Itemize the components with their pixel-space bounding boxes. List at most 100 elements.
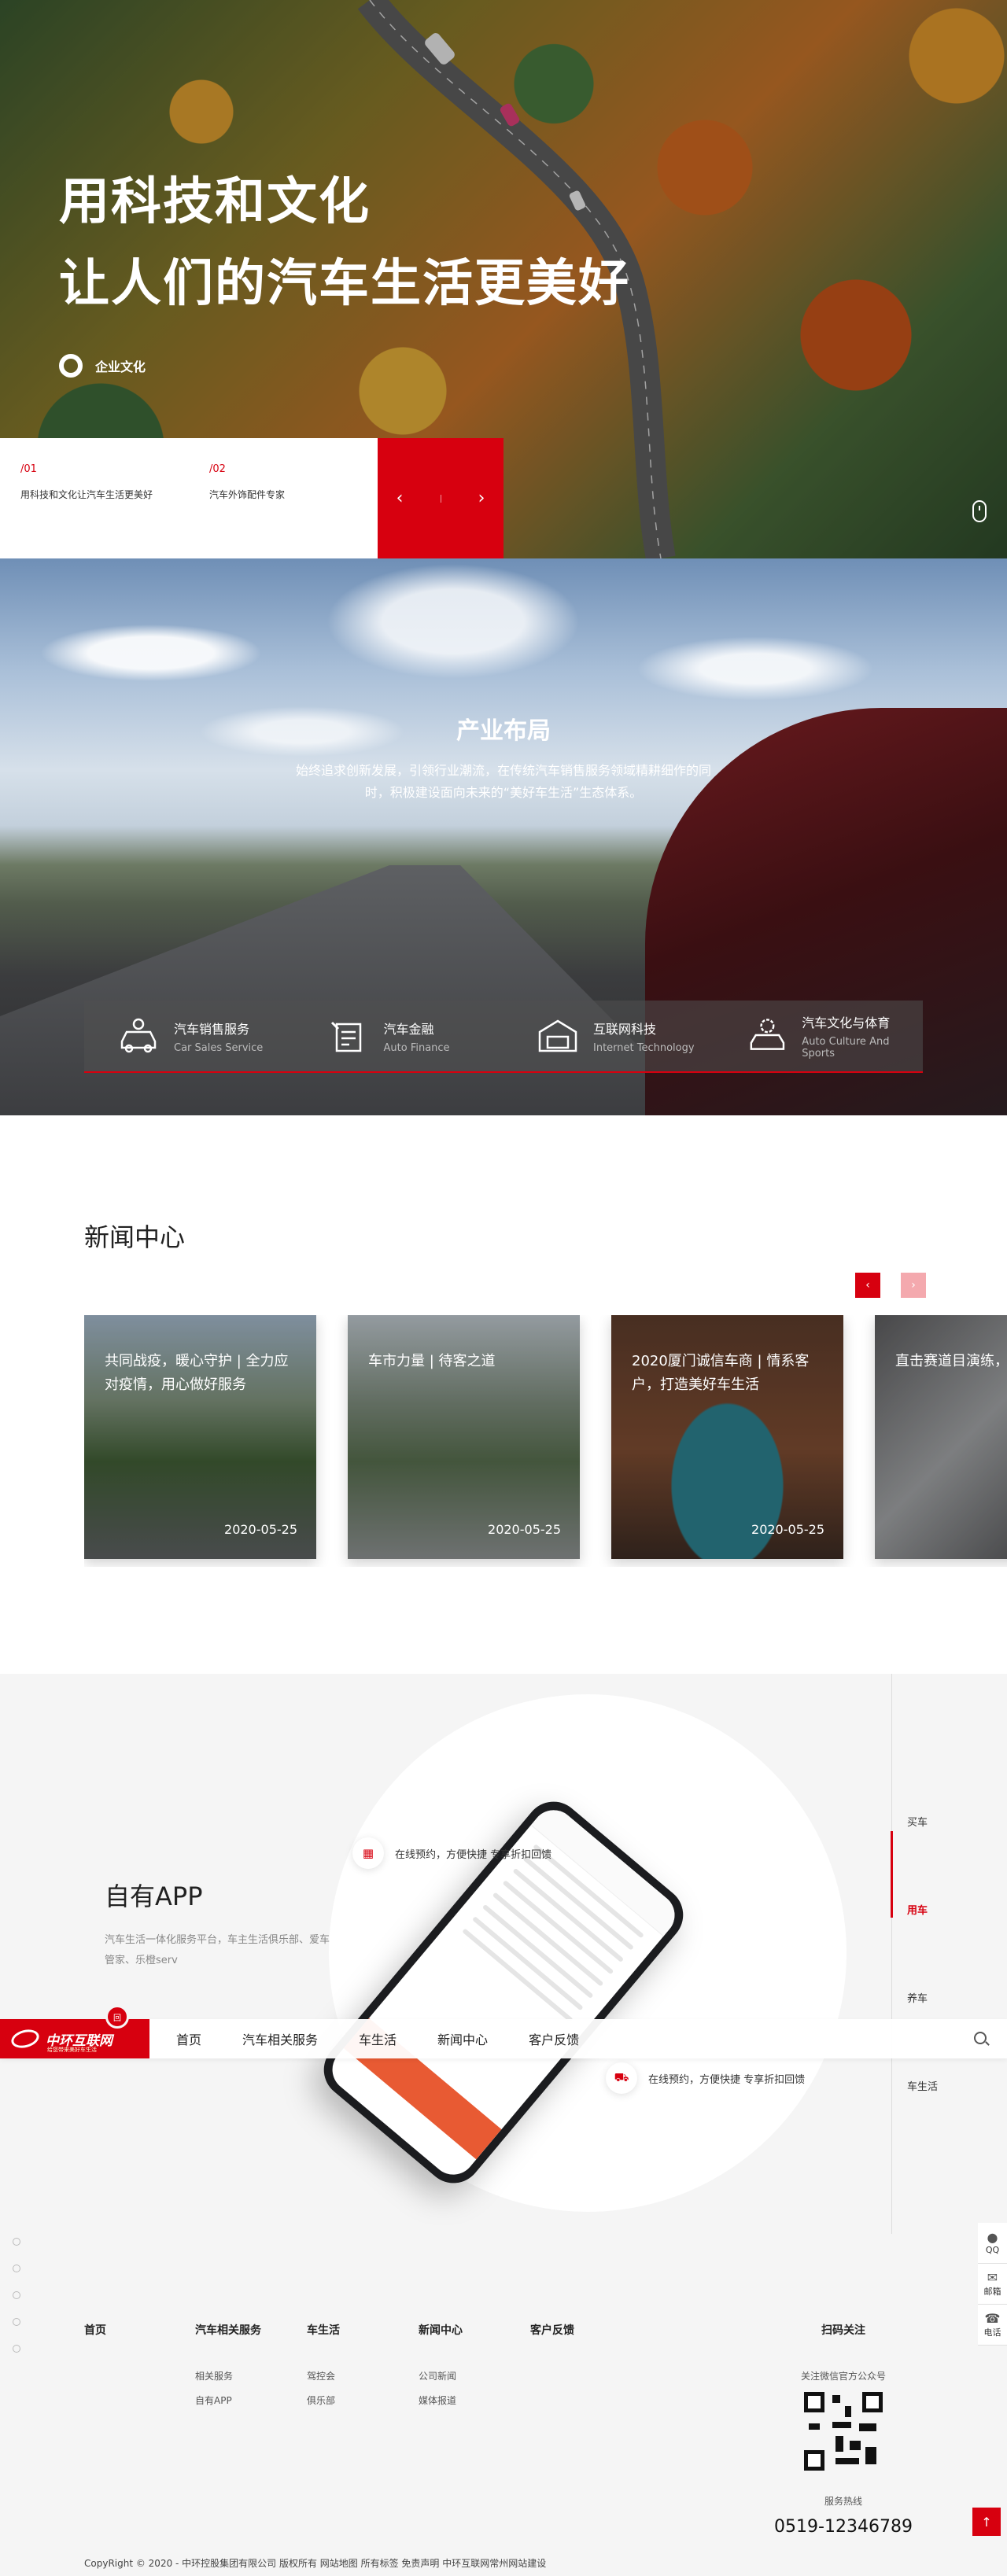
news-carousel: 共同战疫，暖心守护 | 全力应对疫情，用心做好服务 2020-05-25 车市力… (84, 1315, 1007, 1567)
side-tool-label: 邮箱 (983, 2286, 1001, 2297)
hero-slide-list: /01 用科技和文化让汽车生活更美好 /02 汽车外饰配件专家 (0, 438, 378, 558)
chevron-right-icon[interactable]: › (901, 1273, 926, 1298)
logo-slogan: 给您带来美好车生活 (47, 2047, 97, 2053)
footer-col-heading[interactable]: 客户反馈 (530, 2322, 574, 2338)
footer-col-heading[interactable]: 新闻中心 (419, 2322, 463, 2338)
finance-icon (330, 1021, 361, 1052)
corporate-culture-link[interactable]: 企业文化 (59, 354, 146, 378)
section-dot[interactable] (13, 2345, 20, 2353)
footer-col-heading[interactable]: 车生活 (307, 2322, 340, 2338)
hero-slider-controls: ‹ › (378, 438, 504, 558)
news-date: 2020-05-25 (488, 1522, 561, 1537)
section-dot[interactable] (13, 2291, 20, 2299)
news-card[interactable]: 2020厦门诚信车商 | 情系客户，打造美好车生活 2020-05-25 (611, 1315, 843, 1559)
app-title: 自有APP (105, 1881, 203, 1911)
chevron-right-icon[interactable]: › (478, 488, 485, 508)
footer-col-heading[interactable]: 汽车相关服务 (195, 2322, 261, 2338)
industry-description: 始终追求创新发展，引领行业潮流，在传统汽车销售服务领域精耕细作的同时，积极建设面… (295, 763, 711, 800)
footer-col-heading[interactable]: 首页 (84, 2322, 106, 2338)
logo[interactable]: 中环互联网 给您带来美好车生活 (0, 2019, 149, 2058)
nav-item-home[interactable]: 首页 (176, 2029, 201, 2048)
industry-category-bar: 汽车销售服务 Car Sales Service 汽车金融 Auto Finan… (84, 1001, 923, 1073)
nav-item-news[interactable]: 新闻中心 (437, 2029, 488, 2048)
hero-title-line2: 让人们的汽车生活更美好 (59, 255, 630, 313)
hotline-number: 0519-12346789 (774, 2517, 913, 2537)
section-dots (13, 2238, 20, 2371)
hero-title-line1: 用科技和文化 (59, 173, 371, 231)
news-card[interactable]: 车市力量 | 待客之道 2020-05-25 (348, 1315, 580, 1559)
app-feature-label: 在线预约，方便快捷 专享折扣回馈 (648, 2073, 806, 2086)
side-tool-label: 电话 (983, 2327, 1001, 2338)
main-nav: 中环互联网 给您带来美好车生活 首页 汽车相关服务 车生活 新闻中心 客户反馈 (0, 2019, 1007, 2058)
floating-side-tools: ● QQ ✉ 邮箱 ☎ 电话 (978, 2223, 1007, 2346)
footer-col-feedback: 客户反馈 (530, 2322, 574, 2369)
footer-link[interactable]: 媒体报道 (419, 2394, 463, 2407)
news-slider-arrows: ‹ › (855, 1273, 926, 1298)
slide-number: /02 (209, 463, 226, 475)
nav-item-car-life[interactable]: 车生活 (359, 2029, 397, 2048)
car-service-icon (120, 1018, 157, 1053)
app-feature-label: 在线预约，方便快捷 专享折扣回馈 (395, 1848, 552, 1861)
slide-label: 用科技和文化让汽车生活更美好 (20, 489, 153, 500)
side-item-buy[interactable]: 买车 (907, 1814, 928, 1829)
side-tool-phone[interactable]: ☎ 电话 (978, 2305, 1007, 2346)
footer-link[interactable]: 驾控会 (307, 2369, 340, 2383)
side-item-use[interactable]: 用车 (907, 1902, 928, 1917)
footer-link[interactable]: 公司新闻 (419, 2369, 463, 2383)
news-card[interactable]: 直击赛道目演练，遵服务团队 (875, 1315, 1007, 1559)
slide-number: /01 (20, 463, 37, 475)
qr-heading: 扫码关注 (821, 2324, 865, 2337)
footer-link[interactable]: 俱乐部 (307, 2394, 340, 2407)
news-caption: 2020厦门诚信车商 | 情系客户，打造美好车生活 (632, 1353, 810, 1393)
industry-item-subtitle: Internet Technology (593, 1041, 695, 1054)
qr-code-image (804, 2392, 883, 2471)
footer-link[interactable]: 相关服务 (195, 2369, 261, 2383)
slide-label: 汽车外饰配件专家 (209, 489, 286, 500)
news-card[interactable]: 共同战疫，暖心守护 | 全力应对疫情，用心做好服务 2020-05-25 (84, 1315, 316, 1559)
news-section-title: 新闻中心 (84, 1222, 186, 1252)
highway-image (0, 865, 708, 1115)
industry-title: 产业布局 (456, 717, 551, 745)
circle-icon (59, 354, 83, 378)
side-item-maintain[interactable]: 养车 (907, 1990, 928, 2005)
hotline-label: 服务热线 (824, 2496, 862, 2507)
logo-mark-icon (9, 2026, 42, 2051)
section-dot[interactable] (13, 2238, 20, 2246)
qr-caption: 关注微信官方公众号 (800, 2371, 886, 2382)
industry-item-title: 汽车销售服务 (174, 1021, 250, 1037)
footer-link[interactable]: 自有APP (195, 2394, 261, 2407)
section-dot[interactable] (13, 2265, 20, 2272)
chevron-left-icon[interactable]: ‹ (397, 488, 404, 508)
industry-item-internet-tech[interactable]: 互联网科技 Internet Technology (504, 1001, 714, 1071)
back-to-top-icon[interactable]: ↑ (972, 2508, 1001, 2536)
nav-item-feedback[interactable]: 客户反馈 (529, 2029, 579, 2048)
slide-item-1[interactable]: /01 用科技和文化让汽车生活更美好 (20, 463, 153, 501)
industry-item-car-sales[interactable]: 汽车销售服务 Car Sales Service (84, 1001, 294, 1071)
app-feature-booking: ▦ 在线预约，方便快捷 专享折扣回馈 (352, 1837, 551, 1869)
industry-item-subtitle: Auto Culture And Sports (802, 1036, 890, 1060)
copyright-text: CopyRight © 2020 - 中环控股集团有限公司 版权所有 网站地图 … (84, 2558, 547, 2569)
slide-item-2[interactable]: /02 汽车外饰配件专家 (209, 463, 285, 501)
industry-item-subtitle: Auto Finance (383, 1041, 450, 1054)
footer-col-news: 新闻中心 公司新闻 媒体报道 (419, 2322, 463, 2418)
footer-col-car-life: 车生活 驾控会 俱乐部 (307, 2322, 340, 2418)
news-caption: 共同战疫，暖心守护 | 全力应对疫情，用心做好服务 (105, 1353, 289, 1393)
side-item-car-life[interactable]: 车生活 (907, 2078, 938, 2093)
scroll-mouse-icon[interactable] (972, 500, 987, 522)
car-icon: ⛟ (606, 2062, 637, 2094)
side-tool-mail[interactable]: ✉ 邮箱 (978, 2264, 1007, 2305)
garage-icon (538, 1019, 577, 1052)
section-dot[interactable] (13, 2318, 20, 2326)
app-section: 自有APP 汽车生活一体化服务平台，车主生活俱乐部、爱车管家、乐橙serv ▦ … (0, 1674, 1007, 2234)
industry-item-auto-finance[interactable]: 汽车金融 Auto Finance (294, 1001, 504, 1071)
footer-col-services: 汽车相关服务 相关服务 自有APP (195, 2322, 261, 2418)
app-description: 汽车生活一体化服务平台，车主生活俱乐部、爱车管家、乐橙serv (105, 1934, 330, 1966)
news-caption: 直击赛道目演练，遵服务团队 (895, 1353, 1007, 1369)
nav-item-services[interactable]: 汽车相关服务 (242, 2029, 318, 2048)
chevron-left-icon[interactable]: ‹ (855, 1273, 880, 1298)
car-gear-icon (750, 1019, 784, 1050)
logo-badge[interactable]: 回 (105, 2005, 129, 2029)
side-tool-qq[interactable]: ● QQ (978, 2223, 1007, 2264)
industry-item-culture-sports[interactable]: 汽车文化与体育 Auto Culture And Sports (714, 1001, 924, 1071)
search-icon[interactable] (974, 2032, 987, 2044)
